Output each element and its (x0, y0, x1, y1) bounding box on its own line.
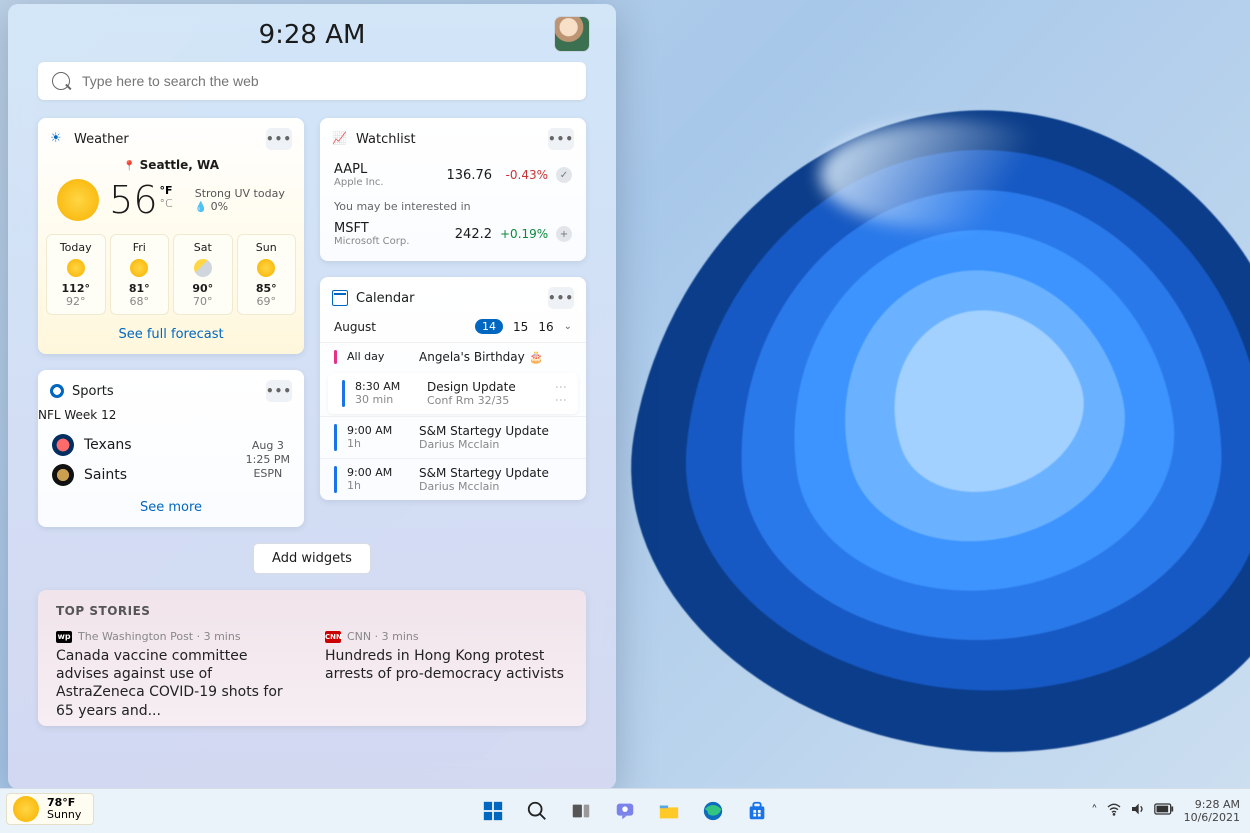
battery-icon[interactable] (1154, 803, 1174, 819)
widgets-panel: 9:28 AM Weather ••• Seattle, WA 56 °F°C (8, 4, 616, 789)
wp-logo-icon: wp (56, 631, 72, 643)
pin-icon (123, 158, 135, 172)
current-temp: 56 °F°C (109, 178, 173, 222)
sports-more-button[interactable]: ••• (266, 380, 292, 402)
add-icon[interactable]: + (556, 226, 572, 242)
forecast-day[interactable]: Fri81°68° (110, 234, 170, 315)
tray-chevron-icon[interactable]: ˄ (1091, 804, 1098, 819)
sports-icon (50, 384, 64, 398)
search-bar[interactable] (38, 62, 586, 100)
sun-icon (57, 179, 99, 221)
watchlist-more-button[interactable]: ••• (548, 128, 574, 150)
taskbar: 78°F Sunny ˄ (0, 788, 1250, 833)
weather-location: Seattle, WA (38, 158, 304, 172)
wallpaper-bloom (620, 80, 1250, 780)
watchlist-row[interactable]: AAPLApple Inc. 136.76-0.43% ✓ (320, 156, 586, 194)
top-stories-card[interactable]: TOP STORIES wp The Washington Post · 3 m… (38, 590, 586, 726)
task-view-button[interactable] (562, 794, 600, 828)
taskbar-search-button[interactable] (518, 794, 556, 828)
wifi-icon[interactable] (1106, 801, 1122, 821)
search-input[interactable] (80, 72, 572, 90)
calendar-card[interactable]: Calendar ••• August 14 15 16 ⌄ All day A… (320, 277, 586, 500)
volume-icon[interactable] (1130, 801, 1146, 821)
add-widgets-button[interactable]: Add widgets (253, 543, 371, 574)
profile-avatar[interactable] (554, 16, 590, 52)
cnn-logo-icon: CNN (325, 631, 341, 643)
sports-title: Sports (72, 384, 114, 399)
chat-button[interactable] (606, 794, 644, 828)
weather-more-button[interactable]: ••• (266, 128, 292, 150)
weather-icon (50, 131, 66, 147)
story-item[interactable]: CNN CNN · 3 mins Hundreds in Hong Kong p… (325, 630, 568, 720)
panel-clock: 9:28 AM (38, 20, 586, 50)
calendar-title: Calendar (356, 291, 414, 306)
calendar-month: August (334, 320, 376, 334)
weather-card[interactable]: Weather ••• Seattle, WA 56 °F°C Strong U… (38, 118, 304, 354)
taskbar-weather-widget[interactable]: 78°F Sunny (6, 793, 94, 825)
sports-subtitle: NFL Week 12 (38, 408, 304, 422)
see-full-forecast-link[interactable]: See full forecast (118, 327, 223, 342)
calendar-selected-date[interactable]: 14 (475, 319, 503, 334)
calendar-event[interactable]: 9:00 AM1h S&M Startegy UpdateDarius Mccl… (320, 458, 586, 500)
calendar-event[interactable]: 9:00 AM1h S&M Startegy UpdateDarius Mccl… (320, 416, 586, 458)
taskbar-condition: Sunny (47, 809, 81, 821)
calendar-event[interactable]: 8:30 AM30 min Design UpdateConf Rm 32/35… (328, 373, 578, 414)
calendar-icon (332, 290, 348, 306)
team-row[interactable]: Texans (52, 430, 236, 460)
taskbar-datetime[interactable]: 9:28 AM 10/6/2021 (1184, 798, 1240, 824)
sports-card[interactable]: Sports ••• NFL Week 12 Texans Saints Aug… (38, 370, 304, 527)
watchlist-card[interactable]: Watchlist ••• AAPLApple Inc. 136.76-0.43… (320, 118, 586, 261)
chevron-down-icon[interactable]: ⌄ (564, 321, 572, 332)
watchlist-row[interactable]: MSFTMicrosoft Corp. 242.2+0.19% + (320, 215, 586, 253)
weather-conditions: Strong UV today 0% (195, 187, 285, 213)
watchlist-suggestion-label: You may be interested in (320, 194, 586, 215)
texans-logo (52, 434, 74, 456)
calendar-event[interactable]: All day Angela's Birthday 🎂 (320, 342, 586, 371)
story-item[interactable]: wp The Washington Post · 3 mins Canada v… (56, 630, 299, 720)
calendar-date-picker[interactable]: 14 15 16 ⌄ (475, 319, 572, 334)
game-time: Aug 3 1:25 PM ESPN (246, 439, 290, 482)
store-button[interactable] (738, 794, 776, 828)
calendar-more-button[interactable]: ••• (548, 287, 574, 309)
saints-logo (52, 464, 74, 486)
chart-icon (332, 131, 348, 147)
top-stories-heading: TOP STORIES (56, 604, 568, 618)
sun-icon (13, 796, 39, 822)
watchlist-title: Watchlist (356, 132, 416, 147)
drop-icon (195, 200, 207, 213)
file-explorer-button[interactable] (650, 794, 688, 828)
start-button[interactable] (474, 794, 512, 828)
forecast-day[interactable]: Sat90°70° (173, 234, 233, 315)
weather-title: Weather (74, 132, 129, 147)
forecast-day[interactable]: Today112°92° (46, 234, 106, 315)
panel-header: 9:28 AM (38, 16, 586, 60)
team-row[interactable]: Saints (52, 460, 236, 490)
see-more-sports-link[interactable]: See more (140, 500, 202, 515)
forecast-day[interactable]: Sun85°69° (237, 234, 297, 315)
drag-handle-icon[interactable]: ⋮⋮ (554, 381, 568, 407)
edge-button[interactable] (694, 794, 732, 828)
search-icon (52, 72, 70, 90)
check-icon[interactable]: ✓ (556, 167, 572, 183)
